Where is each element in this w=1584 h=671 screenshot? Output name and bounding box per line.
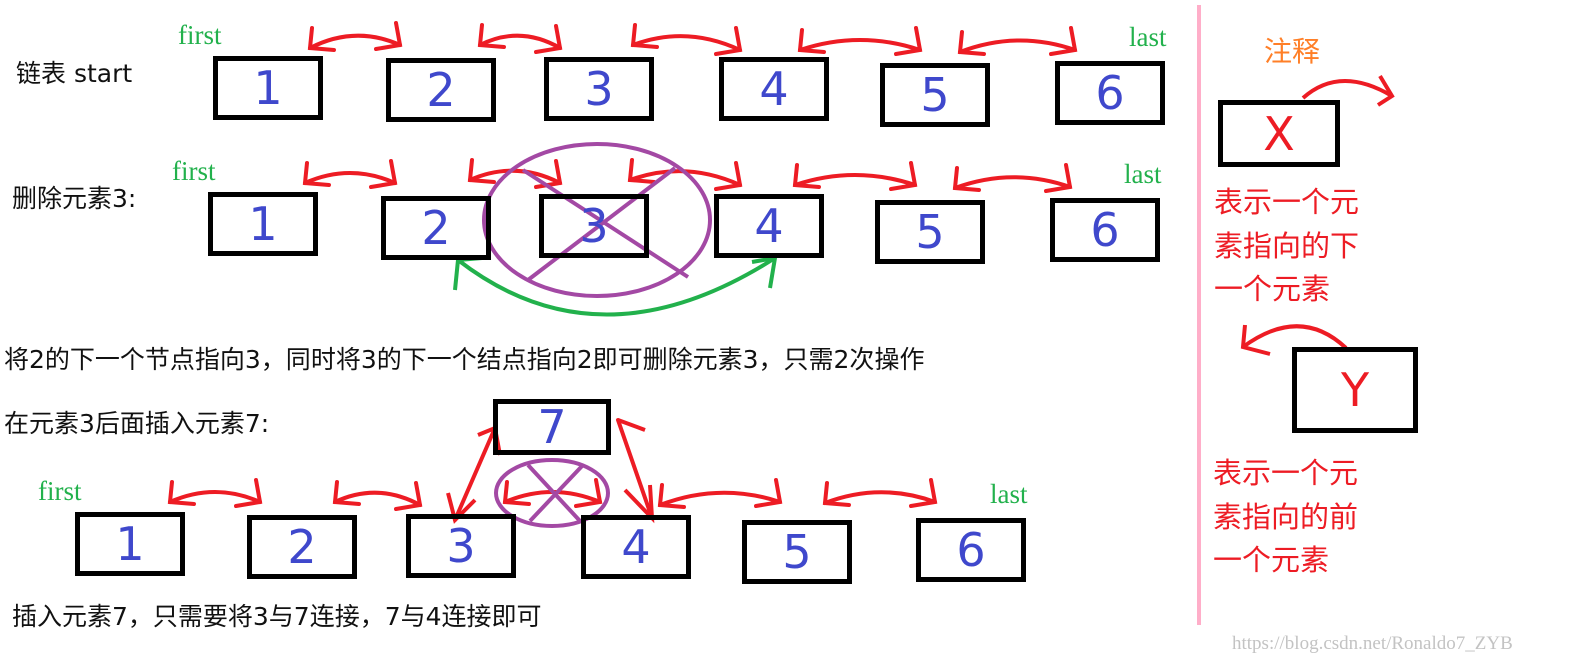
node-value: 1 xyxy=(253,61,283,115)
section1-last-label: last xyxy=(1129,22,1167,52)
legend-next-desc-line: 素指向的下 xyxy=(1214,228,1360,263)
s1-node-1: 1 xyxy=(213,56,323,120)
node-value: 4 xyxy=(759,62,789,116)
legend-title: 注释 xyxy=(1264,35,1321,68)
section3-caption: 插入元素7，只需要将3与7连接，7与4连接即可 xyxy=(12,602,542,631)
node-value: 5 xyxy=(915,205,945,259)
s2-link-arrow-2-head-left xyxy=(627,158,656,184)
s3-link-arrow-2-head-right xyxy=(754,478,783,508)
s3-node-6: 6 xyxy=(916,518,1026,582)
legend-prev-desc-line: 表示一个元 xyxy=(1213,456,1359,490)
section3-label: 在元素3后面插入元素7: xyxy=(4,409,270,438)
s3-node-4: 4 xyxy=(581,515,691,579)
section2-first-label: first xyxy=(172,156,216,186)
legend-next-box: X xyxy=(1218,100,1340,167)
s1-node-6: 6 xyxy=(1055,61,1165,125)
node-value: 3 xyxy=(584,62,614,116)
s2-link-arrow-1-head-left xyxy=(467,158,496,184)
node-value: 2 xyxy=(421,201,451,255)
s1-link-arrow-3 xyxy=(798,38,922,52)
s1-node-4: 4 xyxy=(719,57,829,121)
s2-node-1: 1 xyxy=(208,192,318,256)
s1-node-2: 2 xyxy=(386,58,496,122)
node-value: 5 xyxy=(782,525,812,579)
section3-first-label: first xyxy=(38,476,82,506)
node-value: 6 xyxy=(956,523,986,577)
legend-prev-description: 表示一个元 素指向的前 一个元素 xyxy=(1213,452,1358,583)
s2-node-4: 4 xyxy=(714,194,824,258)
node-value: 2 xyxy=(287,520,317,574)
s3-node-2: 2 xyxy=(247,515,357,579)
s1-node-3: 3 xyxy=(544,57,654,121)
s3-link-arrow-3-4-old-head-left xyxy=(502,480,531,506)
section1-label-text: 链表 start xyxy=(16,59,133,88)
s2-node-3-deleted: 3 xyxy=(539,194,649,258)
node-value: 4 xyxy=(754,199,784,253)
node-value: 3 xyxy=(446,519,476,573)
s3-link-arrow-2-head-left xyxy=(657,483,686,509)
s3-link-arrow-3-4-old-head-right xyxy=(574,478,603,508)
section2-label: 删除元素3: xyxy=(12,184,137,213)
s3-node-7-inserted: 7 xyxy=(493,399,611,455)
s3-link-3-7 xyxy=(453,426,497,522)
s3-node-1: 1 xyxy=(75,512,185,576)
s1-link-arrow-4 xyxy=(958,38,1077,54)
node-value: 7 xyxy=(537,400,567,454)
node-value: 5 xyxy=(920,68,950,122)
s3-link-arrow-0 xyxy=(168,490,262,504)
s3-link-7-4 xyxy=(616,418,654,520)
s2-link-arrow-3-head-right xyxy=(889,161,918,191)
s2-link-arrow-0 xyxy=(303,171,397,185)
legend-prev-desc-line: 素指向的前 xyxy=(1213,499,1359,534)
s1-node-5: 5 xyxy=(880,63,990,127)
node-value: 4 xyxy=(621,520,651,574)
section1-first-label: first xyxy=(178,20,222,50)
legend-prev-box: Y xyxy=(1292,347,1418,433)
section3-last-label: last xyxy=(990,479,1028,509)
legend-next-arrow xyxy=(1301,79,1394,100)
s1-link-arrow-3-head-left xyxy=(797,28,826,54)
s2-node-5: 5 xyxy=(875,200,985,264)
legend-prev-arrow xyxy=(1241,324,1348,350)
node-value: 6 xyxy=(1095,66,1125,120)
s2-link-arrow-3-head-left xyxy=(792,163,821,189)
s1-link-arrow-3-head-right xyxy=(894,26,923,56)
node-value: 3 xyxy=(579,199,609,253)
s3-node-5: 5 xyxy=(742,520,852,584)
legend-prev-box-label: Y xyxy=(1340,363,1370,417)
node-value: 1 xyxy=(115,517,145,571)
s3-link-arrow-3-head-left xyxy=(822,481,851,507)
section2-last-label: last xyxy=(1124,159,1162,189)
section1-label: 链表 start xyxy=(16,61,132,86)
legend-next-desc-line: 表示一个元 xyxy=(1214,185,1360,219)
s1-link-arrow-0-head-right xyxy=(374,21,403,51)
node-value: 2 xyxy=(426,63,456,117)
s1-link-arrow-2-head-left xyxy=(630,23,659,49)
s2-node-2: 2 xyxy=(381,196,491,260)
node-value: 1 xyxy=(248,197,278,251)
section2-caption: 将2的下一个节点指向3，同时将3的下一个结点指向2即可删除元素3，只需2次操作 xyxy=(4,345,925,374)
legend-next-description: 表示一个元 素指向的下 一个元素 xyxy=(1214,181,1359,312)
s2-link-arrow-4-head-left xyxy=(952,166,981,192)
legend-next-desc-line: 一个元素 xyxy=(1214,272,1331,306)
watermark: https://blog.csdn.net/Ronaldo7_ZYB xyxy=(1232,633,1513,654)
s2-link-arrow-4-head-right xyxy=(1044,163,1073,193)
s3-link-arrow-3 xyxy=(823,490,937,505)
s1-link-arrow-4-head-right xyxy=(1049,26,1078,56)
legend-next-box-label: X xyxy=(1263,106,1295,161)
node-value: 6 xyxy=(1090,203,1120,257)
s2-link-arrow-3 xyxy=(793,173,917,187)
legend-prev-desc-line: 一个元素 xyxy=(1213,543,1330,577)
s2-node-6: 6 xyxy=(1050,198,1160,262)
s1-link-arrow-4-head-left xyxy=(957,30,986,56)
s3-link-arrow-3-head-right xyxy=(909,478,938,508)
s3-node-3: 3 xyxy=(406,514,516,578)
s2-link-arrow-4 xyxy=(953,175,1072,190)
